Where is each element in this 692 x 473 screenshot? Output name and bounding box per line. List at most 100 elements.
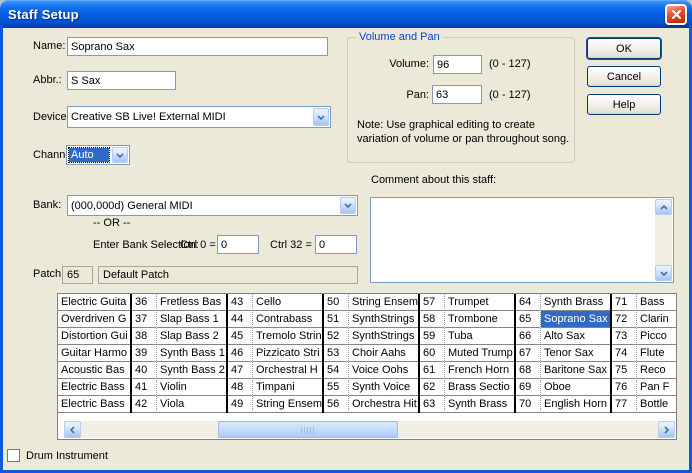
patch-cell[interactable]: Contrabass <box>253 311 322 328</box>
hscroll-track[interactable] <box>81 421 658 438</box>
device-combobox[interactable]: Creative SB Live! External MIDI <box>67 106 331 128</box>
channel-combobox[interactable]: Auto <box>66 145 130 165</box>
patch-cell[interactable]: Synth Brass <box>445 396 514 413</box>
patch-cell[interactable]: Voice Oohs <box>349 362 418 379</box>
patch-cell[interactable]: Bottle <box>637 396 677 413</box>
patch-cell[interactable]: Tuba <box>445 328 514 345</box>
patch-cell[interactable]: Tenor Sax <box>541 345 610 362</box>
patch-cell[interactable]: 69 <box>516 379 540 396</box>
patch-cell[interactable]: Synth Brass <box>541 294 610 311</box>
patch-cell[interactable]: Clarin <box>637 311 677 328</box>
patch-cell[interactable]: Distortion Gui <box>58 328 130 345</box>
ok-button[interactable]: OK <box>587 38 661 59</box>
patch-cell[interactable]: Tremolo Strin <box>253 328 322 345</box>
drum-instrument-checkbox[interactable] <box>7 449 20 462</box>
patch-cell[interactable]: Picco <box>637 328 677 345</box>
patch-cell[interactable]: 75 <box>612 362 636 379</box>
ctrl0-input[interactable] <box>217 235 259 254</box>
patch-cell[interactable]: Trombone <box>445 311 514 328</box>
comment-scrollbar-up-button[interactable] <box>655 199 672 215</box>
patch-cell[interactable]: 40 <box>132 362 156 379</box>
patch-cell[interactable]: Timpani <box>253 379 322 396</box>
patch-cell[interactable]: Orchestral H <box>253 362 322 379</box>
close-button[interactable] <box>665 4 687 25</box>
patch-cell[interactable]: 47 <box>228 362 252 379</box>
patch-cell[interactable]: Pizzicato Stri <box>253 345 322 362</box>
patch-cell[interactable]: Slap Bass 1 <box>157 311 226 328</box>
patch-cell[interactable]: 43 <box>228 294 252 311</box>
patch-cell[interactable]: 45 <box>228 328 252 345</box>
patch-cell[interactable]: Synth Voice <box>349 379 418 396</box>
patch-cell-selected[interactable]: Soprano Sax <box>541 311 610 328</box>
patch-cell[interactable]: Viola <box>157 396 226 413</box>
patch-cell[interactable]: Pan F <box>637 379 677 396</box>
patch-cell[interactable]: 54 <box>324 362 348 379</box>
patch-cell[interactable]: 64 <box>516 294 540 311</box>
patch-cell[interactable]: Oboe <box>541 379 610 396</box>
bank-combobox[interactable]: (000,000d) General MIDI <box>67 195 358 216</box>
patch-cell[interactable]: 46 <box>228 345 252 362</box>
patch-cell[interactable]: Choir Aahs <box>349 345 418 362</box>
patch-cell[interactable]: Brass Sectio <box>445 379 514 396</box>
patch-cell[interactable]: 55 <box>324 379 348 396</box>
volume-input[interactable] <box>433 55 482 74</box>
patch-cell[interactable]: 39 <box>132 345 156 362</box>
patch-cell[interactable]: SynthStrings <box>349 328 418 345</box>
patch-cell[interactable]: Synth Bass 1 <box>157 345 226 362</box>
patch-cell[interactable]: 48 <box>228 379 252 396</box>
patch-cell[interactable]: Violin <box>157 379 226 396</box>
hscroll-thumb[interactable] <box>218 421 398 438</box>
comment-textarea[interactable] <box>370 197 674 283</box>
patch-cell[interactable]: 61 <box>420 362 444 379</box>
patch-cell[interactable]: Electric Guita <box>58 294 130 311</box>
patch-cell[interactable]: Alto Sax <box>541 328 610 345</box>
patch-cell[interactable]: Baritone Sax <box>541 362 610 379</box>
patch-cell[interactable]: Orchestra Hit <box>349 396 418 413</box>
ctrl32-input[interactable] <box>315 235 357 254</box>
patch-cell[interactable]: Trumpet <box>445 294 514 311</box>
patch-cell[interactable]: 41 <box>132 379 156 396</box>
patch-cell[interactable]: Reco <box>637 362 677 379</box>
patch-cell[interactable]: 50 <box>324 294 348 311</box>
patch-cell[interactable]: 62 <box>420 379 444 396</box>
pan-input[interactable] <box>432 85 482 104</box>
patch-cell[interactable]: String Ensem <box>253 396 322 413</box>
patch-cell[interactable]: 36 <box>132 294 156 311</box>
abbr-input[interactable] <box>67 71 176 90</box>
patch-cell[interactable]: Muted Trump <box>445 345 514 362</box>
patch-cell[interactable]: 73 <box>612 328 636 345</box>
patch-cell[interactable]: Flute <box>637 345 677 362</box>
patch-cell[interactable]: SynthStrings <box>349 311 418 328</box>
device-dropdown-button[interactable] <box>313 108 329 126</box>
scroll-left-button[interactable] <box>64 421 81 438</box>
patch-cell[interactable]: Guitar Harmo <box>58 345 130 362</box>
patch-cell[interactable]: 67 <box>516 345 540 362</box>
patch-cell[interactable]: 52 <box>324 328 348 345</box>
patch-cell[interactable]: 37 <box>132 311 156 328</box>
patch-cell[interactable]: 65 <box>516 311 540 328</box>
patch-cell[interactable]: String Ensem <box>349 294 418 311</box>
patch-cell[interactable]: 66 <box>516 328 540 345</box>
patch-cell[interactable]: 59 <box>420 328 444 345</box>
patch-cell[interactable]: 68 <box>516 362 540 379</box>
patch-cell[interactable]: 53 <box>324 345 348 362</box>
patch-cell[interactable]: Electric Bass <box>58 396 130 413</box>
patch-cell[interactable]: 70 <box>516 396 540 413</box>
patch-cell[interactable]: 51 <box>324 311 348 328</box>
patch-cell[interactable]: Synth Bass 2 <box>157 362 226 379</box>
patch-cell[interactable]: 74 <box>612 345 636 362</box>
patch-cell[interactable]: 42 <box>132 396 156 413</box>
patch-cell[interactable]: French Horn <box>445 362 514 379</box>
patch-cell[interactable]: 49 <box>228 396 252 413</box>
channel-dropdown-button[interactable] <box>112 147 128 163</box>
patch-cell[interactable]: 72 <box>612 311 636 328</box>
patch-cell[interactable]: Slap Bass 2 <box>157 328 226 345</box>
bank-dropdown-button[interactable] <box>340 197 356 214</box>
patch-cell[interactable]: 58 <box>420 311 444 328</box>
patch-cell[interactable]: Fretless Bas <box>157 294 226 311</box>
patch-cell[interactable]: 38 <box>132 328 156 345</box>
comment-scrollbar-track[interactable] <box>655 199 672 281</box>
patch-cell[interactable]: 76 <box>612 379 636 396</box>
name-input[interactable] <box>67 37 328 56</box>
patch-cell[interactable]: 57 <box>420 294 444 311</box>
